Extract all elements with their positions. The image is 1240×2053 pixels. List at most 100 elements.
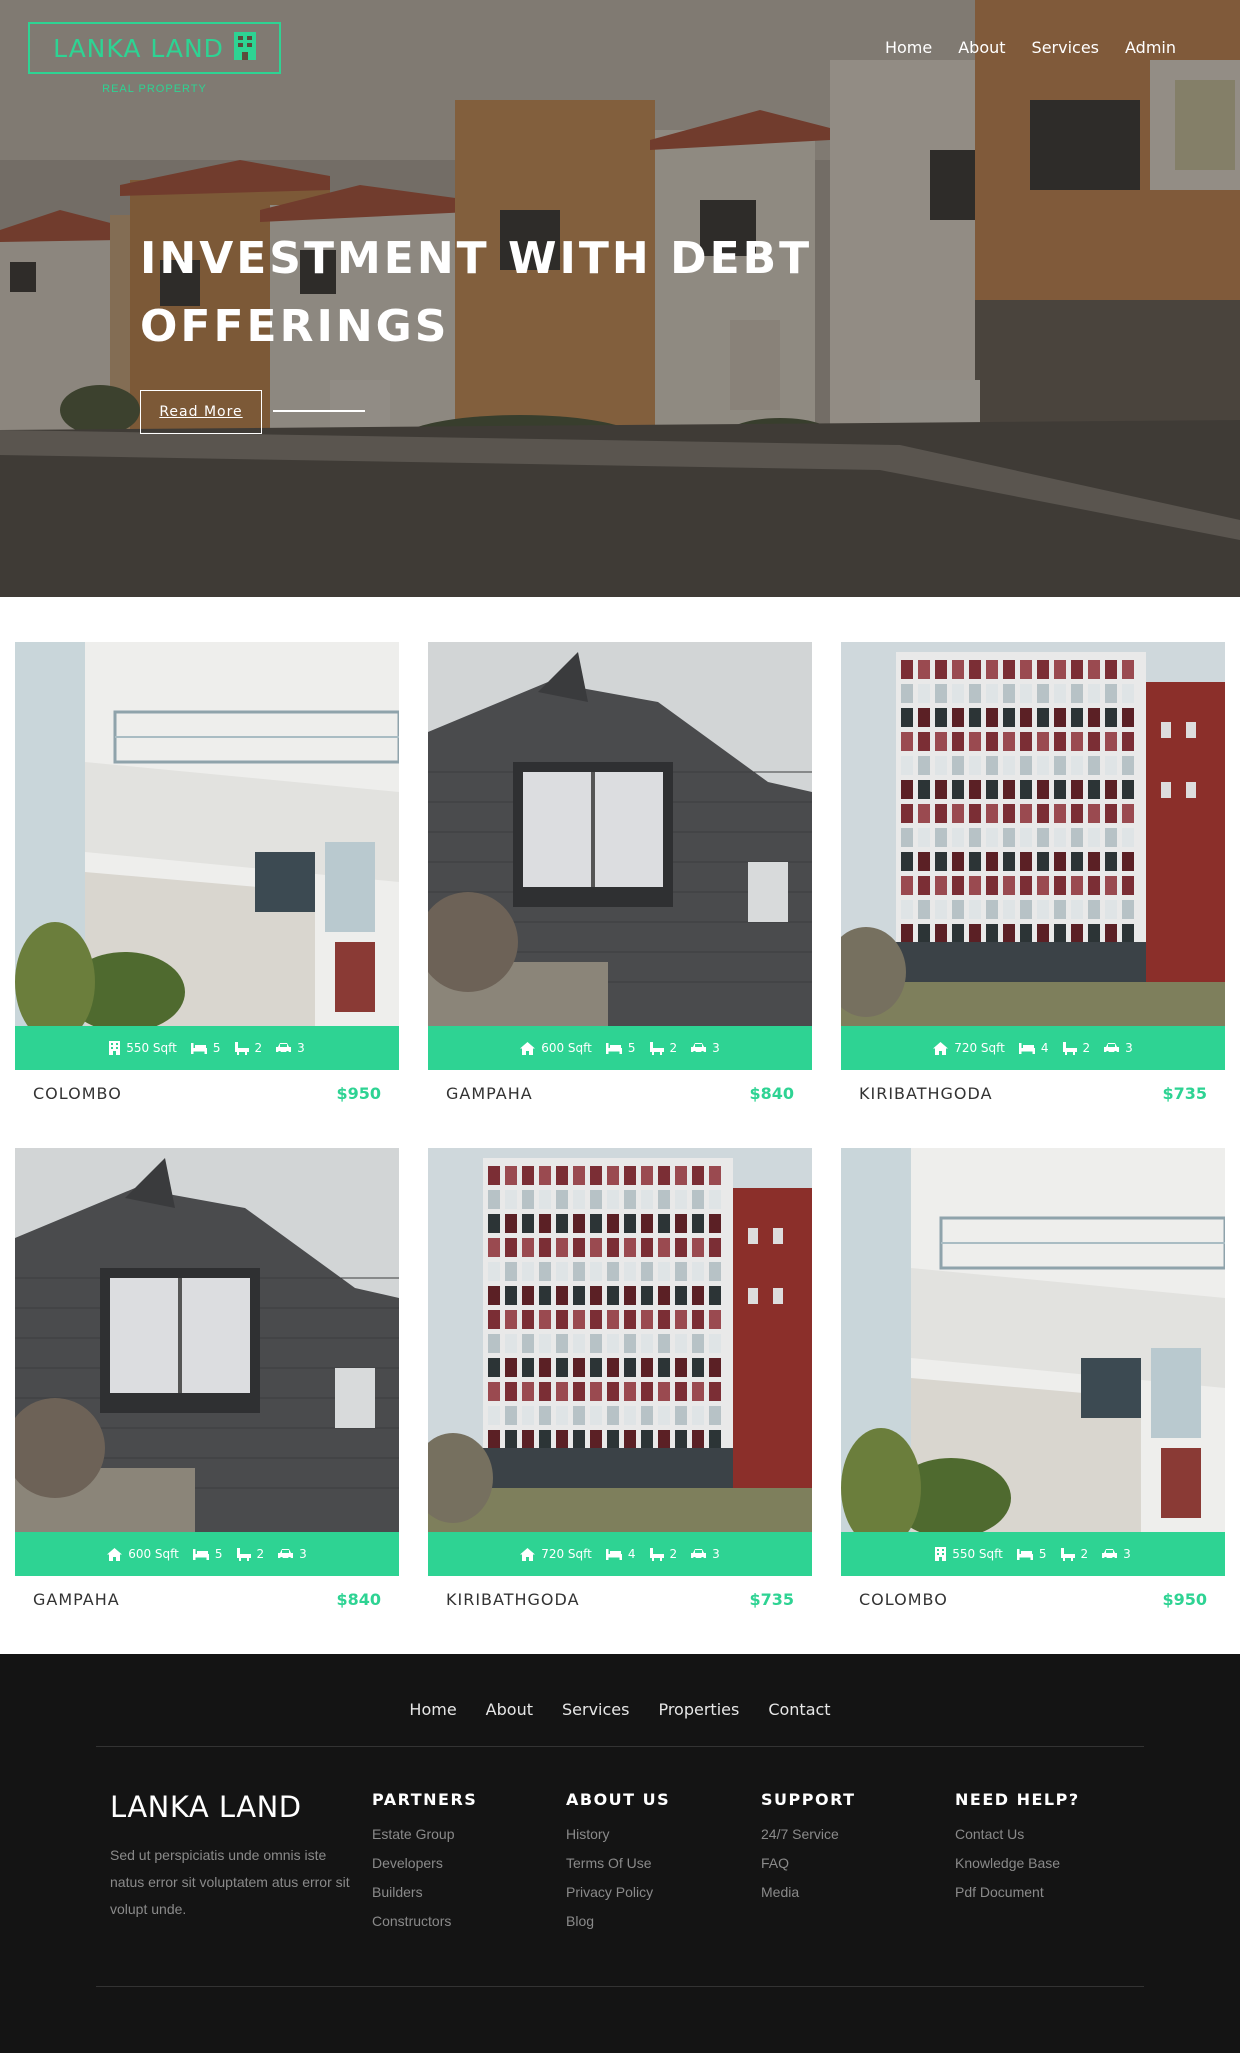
car-icon — [691, 1042, 707, 1054]
footer-column-support: SUPPORT 24/7 Service FAQ Media — [761, 1790, 941, 1907]
footer-link[interactable]: Constructors — [372, 1907, 552, 1936]
property-card[interactable]: 720 Sqft 4 2 3 KIRIBATHGODA $735 — [841, 642, 1225, 1103]
property-price: $950 — [1162, 1590, 1207, 1609]
hero-title: INVESTMENT WITH DEBT OFFERINGS — [140, 233, 813, 352]
footer-link[interactable]: History — [566, 1820, 746, 1849]
baths-spec: 2 — [649, 1041, 677, 1055]
car-icon — [278, 1548, 294, 1560]
cars-spec: 3 — [1102, 1547, 1131, 1561]
area-spec: 600 Sqft — [107, 1547, 179, 1561]
hero-banner: LANKA LAND REAL PROPERTY Home About Serv… — [0, 0, 1240, 597]
bath-icon — [649, 1041, 664, 1055]
area-spec: 550 Sqft — [109, 1041, 177, 1055]
baths-spec: 2 — [1060, 1547, 1088, 1561]
property-card[interactable]: 550 Sqft 5 2 3 COLOMBO $950 — [841, 1148, 1225, 1609]
nav-services[interactable]: Services — [1032, 38, 1099, 57]
bath-icon — [234, 1041, 249, 1055]
property-photo[interactable] — [428, 642, 812, 1026]
hero-divider — [273, 410, 365, 412]
property-specs: 600 Sqft 5 2 3 — [428, 1026, 812, 1070]
footer-link[interactable]: Pdf Document — [955, 1878, 1135, 1907]
baths-value: 2 — [1082, 1041, 1091, 1055]
footer-link[interactable]: Terms Of Use — [566, 1849, 746, 1878]
logo[interactable]: LANKA LAND — [28, 22, 281, 74]
car-icon — [1102, 1548, 1118, 1560]
footer-link[interactable]: Developers — [372, 1849, 552, 1878]
footer-column-partners: PARTNERS Estate Group Developers Builder… — [372, 1790, 552, 1936]
bath-icon — [1060, 1547, 1075, 1561]
footer-link[interactable]: Contact Us — [955, 1820, 1135, 1849]
beds-value: 5 — [627, 1041, 636, 1055]
area-value: 550 Sqft — [126, 1041, 177, 1055]
property-photo[interactable] — [428, 1148, 812, 1532]
home-icon — [520, 1041, 536, 1055]
property-city[interactable]: KIRIBATHGODA — [859, 1084, 993, 1103]
property-city[interactable]: KIRIBATHGODA — [446, 1590, 580, 1609]
footer-link[interactable]: Knowledge Base — [955, 1849, 1135, 1878]
area-value: 550 Sqft — [952, 1547, 1003, 1561]
beds-spec: 5 — [605, 1041, 636, 1055]
property-photo[interactable] — [15, 1148, 399, 1532]
property-photo[interactable] — [15, 642, 399, 1026]
footer-nav-contact[interactable]: Contact — [768, 1700, 830, 1719]
cars-value: 3 — [712, 1547, 720, 1561]
bed-icon — [1016, 1548, 1033, 1560]
nav-about[interactable]: About — [958, 38, 1005, 57]
property-city[interactable]: COLOMBO — [33, 1084, 122, 1103]
cars-spec: 3 — [691, 1547, 720, 1561]
footer-link[interactable]: Estate Group — [372, 1820, 552, 1849]
beds-spec: 4 — [605, 1547, 636, 1561]
beds-spec: 5 — [192, 1547, 223, 1561]
property-card[interactable]: 550 Sqft 5 2 3 COLOMBO $950 — [15, 642, 399, 1103]
property-price: $950 — [336, 1084, 381, 1103]
property-card[interactable]: 720 Sqft 4 2 3 KIRIBATHGODA $735 — [428, 1148, 812, 1609]
footer-link[interactable]: FAQ — [761, 1849, 941, 1878]
cars-value: 3 — [712, 1041, 720, 1055]
property-city[interactable]: GAMPAHA — [446, 1084, 533, 1103]
property-photo[interactable] — [841, 1148, 1225, 1532]
bed-icon — [605, 1042, 622, 1054]
property-card[interactable]: 600 Sqft 5 2 3 GAMPAHA $840 — [15, 1148, 399, 1609]
footer-column-about: ABOUT US History Terms Of Use Privacy Po… — [566, 1790, 746, 1936]
bath-icon — [1062, 1041, 1077, 1055]
property-specs: 720 Sqft 4 2 3 — [428, 1532, 812, 1576]
footer-column-title: PARTNERS — [372, 1790, 478, 1809]
footer-nav-about[interactable]: About — [486, 1700, 533, 1719]
car-icon — [691, 1548, 707, 1560]
footer-description: Sed ut perspiciatis unde omnis iste natu… — [110, 1847, 350, 1917]
nav-home[interactable]: Home — [885, 38, 932, 57]
property-card[interactable]: 600 Sqft 5 2 3 GAMPAHA $840 — [428, 642, 812, 1103]
footer-nav: Home About Services Properties Contact — [0, 1700, 1240, 1719]
beds-value: 4 — [627, 1547, 636, 1561]
footer-link[interactable]: Media — [761, 1878, 941, 1907]
nav-admin[interactable]: Admin — [1125, 38, 1176, 57]
beds-spec: 5 — [190, 1041, 221, 1055]
footer-link[interactable]: Blog — [566, 1907, 746, 1936]
footer-nav-services[interactable]: Services — [562, 1700, 629, 1719]
property-specs: 550 Sqft 5 2 3 — [15, 1026, 399, 1070]
property-photo[interactable] — [841, 642, 1225, 1026]
footer-link[interactable]: 24/7 Service — [761, 1820, 941, 1849]
area-spec: 720 Sqft — [520, 1547, 592, 1561]
footer-link[interactable]: Builders — [372, 1878, 552, 1907]
footer-column-title: SUPPORT — [761, 1790, 856, 1809]
read-more-button[interactable]: Read More — [140, 390, 262, 434]
footer-link[interactable]: Privacy Policy — [566, 1878, 746, 1907]
baths-value: 2 — [254, 1041, 263, 1055]
area-spec: 550 Sqft — [935, 1547, 1003, 1561]
footer-nav-properties[interactable]: Properties — [658, 1700, 739, 1719]
property-price: $735 — [749, 1590, 794, 1609]
property-price: $735 — [1162, 1084, 1207, 1103]
baths-value: 2 — [669, 1547, 678, 1561]
baths-spec: 2 — [234, 1041, 263, 1055]
cars-spec: 3 — [278, 1547, 307, 1561]
cars-spec: 3 — [1104, 1041, 1133, 1055]
property-specs: 550 Sqft 5 2 3 — [841, 1532, 1225, 1576]
car-icon — [276, 1042, 292, 1054]
property-city[interactable]: COLOMBO — [859, 1590, 948, 1609]
beds-value: 4 — [1040, 1041, 1049, 1055]
footer-nav-home[interactable]: Home — [409, 1700, 456, 1719]
property-city[interactable]: GAMPAHA — [33, 1590, 120, 1609]
beds-spec: 5 — [1016, 1547, 1047, 1561]
logo-subtitle: REAL PROPERTY — [102, 83, 207, 95]
